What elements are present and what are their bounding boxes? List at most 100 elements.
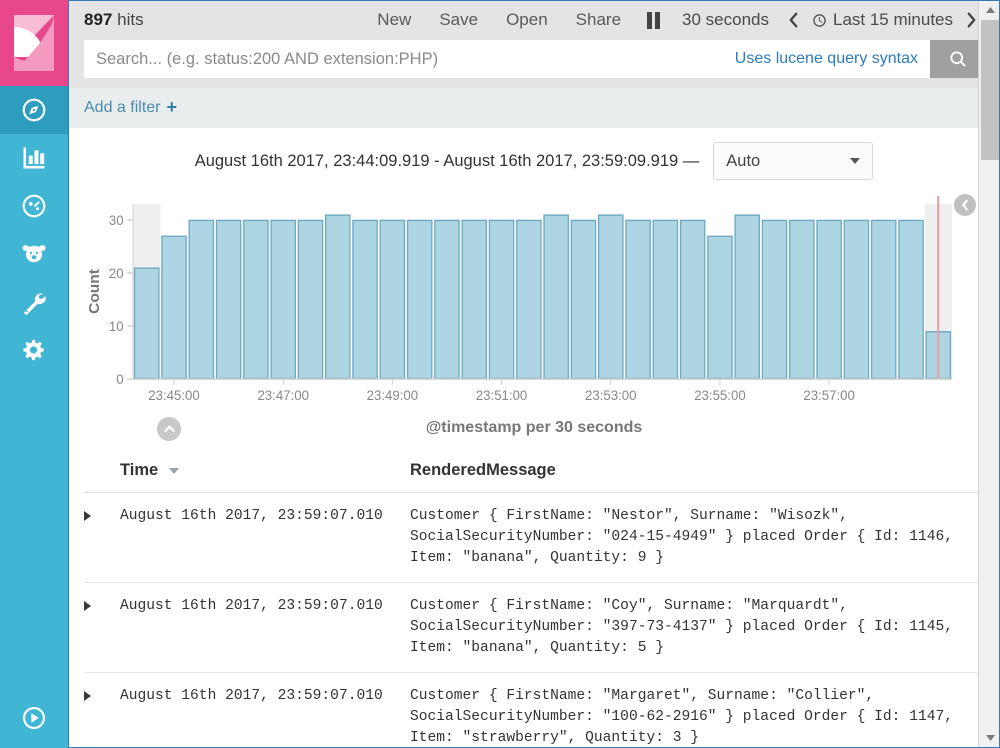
add-filter-button[interactable]: Add a filter + <box>84 97 177 118</box>
global-nav-sidebar <box>0 0 68 748</box>
expand-caret-icon[interactable] <box>84 691 91 701</box>
chart-footer: @timestamp per 30 seconds <box>68 415 1000 453</box>
histogram-bar[interactable] <box>679 219 706 380</box>
sidebar-item-timelion[interactable] <box>0 230 68 278</box>
nav-save-button[interactable]: Save <box>425 10 492 30</box>
table-head: Time RenderedMessage <box>84 453 984 493</box>
scrollbar-down-button[interactable] <box>979 728 1000 748</box>
histogram-bar[interactable] <box>488 219 515 380</box>
query-row: Uses lucene query syntax <box>84 40 986 78</box>
top-nav-actions: New Save Open Share 30 seconds Last 15 m… <box>363 10 986 30</box>
histogram-bar[interactable] <box>434 219 460 380</box>
histogram-bar[interactable] <box>898 219 924 380</box>
histogram-bar[interactable] <box>324 214 351 380</box>
time-prev-button[interactable] <box>779 11 808 29</box>
nav-new-button[interactable]: New <box>363 10 425 30</box>
bar-chart-icon <box>23 147 45 169</box>
chart-collapse-right-button[interactable] <box>954 194 976 216</box>
histogram-bar[interactable] <box>352 219 378 380</box>
main-content: 897 hits New Save Open Share 30 seconds <box>68 0 1000 748</box>
pause-auto-refresh-button[interactable] <box>635 11 672 29</box>
histogram-bar[interactable] <box>133 267 160 380</box>
table-header-time[interactable]: Time <box>120 453 410 493</box>
hits-count: 897 <box>84 10 113 29</box>
histogram-bar[interactable] <box>843 219 870 380</box>
scrollbar-thumb[interactable] <box>981 20 999 160</box>
scrollbar-up-button[interactable] <box>979 0 1000 20</box>
histogram-chart[interactable]: 0 10 20 30 Count 23:45:00 23:47:00 23:49:00 23:5… <box>82 190 986 415</box>
histogram-bar[interactable] <box>761 219 788 380</box>
plus-icon: + <box>166 97 177 117</box>
time-range-label: Last 15 minutes <box>832 10 953 29</box>
sidebar-item-visualize[interactable] <box>0 134 68 182</box>
x-axis-tick-label: 23:47:00 <box>257 388 309 403</box>
sidebar-item-dev-tools[interactable] <box>0 278 68 326</box>
chevron-left-icon <box>789 12 798 28</box>
histogram-bar[interactable] <box>707 235 733 380</box>
histogram-bar[interactable] <box>161 235 187 380</box>
histogram-bar[interactable] <box>516 219 542 380</box>
y-axis-tick-label: 10 <box>109 319 124 334</box>
time-range-picker[interactable]: Last 15 minutes <box>808 10 957 30</box>
chart-header: August 16th 2017, 23:44:09.919 - August … <box>68 128 1000 190</box>
histogram-bar[interactable] <box>188 219 215 380</box>
histogram-bar[interactable] <box>625 219 651 380</box>
nav-share-button[interactable]: Share <box>562 10 635 30</box>
nav-open-button[interactable]: Open <box>492 10 562 30</box>
histogram-bar[interactable] <box>461 219 488 380</box>
expand-caret-icon[interactable] <box>84 601 91 611</box>
histogram-bar[interactable] <box>570 219 597 380</box>
histogram-bar[interactable] <box>870 219 897 380</box>
table-row[interactable]: August 16th 2017, 23:59:07.010 Customer {… <box>84 492 984 583</box>
documents-table-wrapper: Time RenderedMessage August 16th 2017, 2… <box>68 453 1000 748</box>
row-message-cell: Customer { FirstName: "Nestor", Surname:… <box>410 492 984 583</box>
chevron-right-icon <box>967 12 976 28</box>
table-header-row: Time RenderedMessage <box>84 453 984 493</box>
histogram-bar[interactable] <box>543 214 569 380</box>
histogram-bar[interactable] <box>816 219 842 380</box>
sort-desc-icon[interactable] <box>168 467 179 474</box>
play-circle-icon <box>22 706 46 730</box>
row-expand-cell[interactable] <box>84 672 120 748</box>
scroll-up-arrow-icon <box>985 7 995 13</box>
search-input[interactable] <box>84 40 723 78</box>
histogram-bar[interactable] <box>215 219 242 380</box>
vertical-scrollbar[interactable] <box>978 0 1000 748</box>
histogram-bar[interactable] <box>270 219 296 380</box>
refresh-interval-label[interactable]: 30 seconds <box>672 10 779 30</box>
histogram-bar[interactable] <box>406 219 433 380</box>
row-time-cell: August 16th 2017, 23:59:07.010 <box>120 582 410 673</box>
table-header-expand <box>84 453 120 493</box>
y-axis-tick-label: 20 <box>109 266 124 281</box>
y-axis-tick-label: 0 <box>116 372 124 387</box>
table-row[interactable]: August 16th 2017, 23:59:07.010 Customer {… <box>84 582 984 673</box>
kibana-logo[interactable] <box>0 0 68 86</box>
histogram-bar[interactable] <box>652 219 679 380</box>
top-bar: 897 hits New Save Open Share 30 seconds <box>68 0 1000 40</box>
sidebar-collapse-button[interactable] <box>0 688 68 748</box>
compass-icon <box>22 98 46 122</box>
x-axis-tick-label: 23:49:00 <box>367 388 419 403</box>
lucene-syntax-link[interactable]: Uses lucene query syntax <box>722 40 930 78</box>
table-header-message[interactable]: RenderedMessage <box>410 453 984 493</box>
x-axis-tick-label: 23:51:00 <box>476 388 528 403</box>
hits-counter: 897 hits <box>84 10 144 30</box>
sidebar-item-management[interactable] <box>0 326 68 374</box>
interval-select[interactable]: Auto <box>713 142 874 180</box>
histogram-bar[interactable] <box>597 214 624 380</box>
row-expand-cell[interactable] <box>84 492 120 583</box>
histogram-bar[interactable] <box>789 219 815 380</box>
expand-caret-icon[interactable] <box>84 511 91 521</box>
histogram-bar[interactable] <box>734 214 761 380</box>
table-row[interactable]: August 16th 2017, 23:59:07.010 Customer {… <box>84 672 984 748</box>
kibana-app: 897 hits New Save Open Share 30 seconds <box>0 0 1000 748</box>
histogram-bar[interactable] <box>379 219 406 380</box>
histogram-bar[interactable] <box>297 219 324 380</box>
sidebar-item-discover[interactable] <box>0 86 68 134</box>
wrench-icon <box>24 293 46 315</box>
query-bar: Uses lucene query syntax <box>68 40 1000 88</box>
row-expand-cell[interactable] <box>84 582 120 673</box>
histogram-bar[interactable] <box>243 219 269 380</box>
y-axis-title: Count <box>86 269 103 314</box>
sidebar-item-dashboard[interactable] <box>0 182 68 230</box>
